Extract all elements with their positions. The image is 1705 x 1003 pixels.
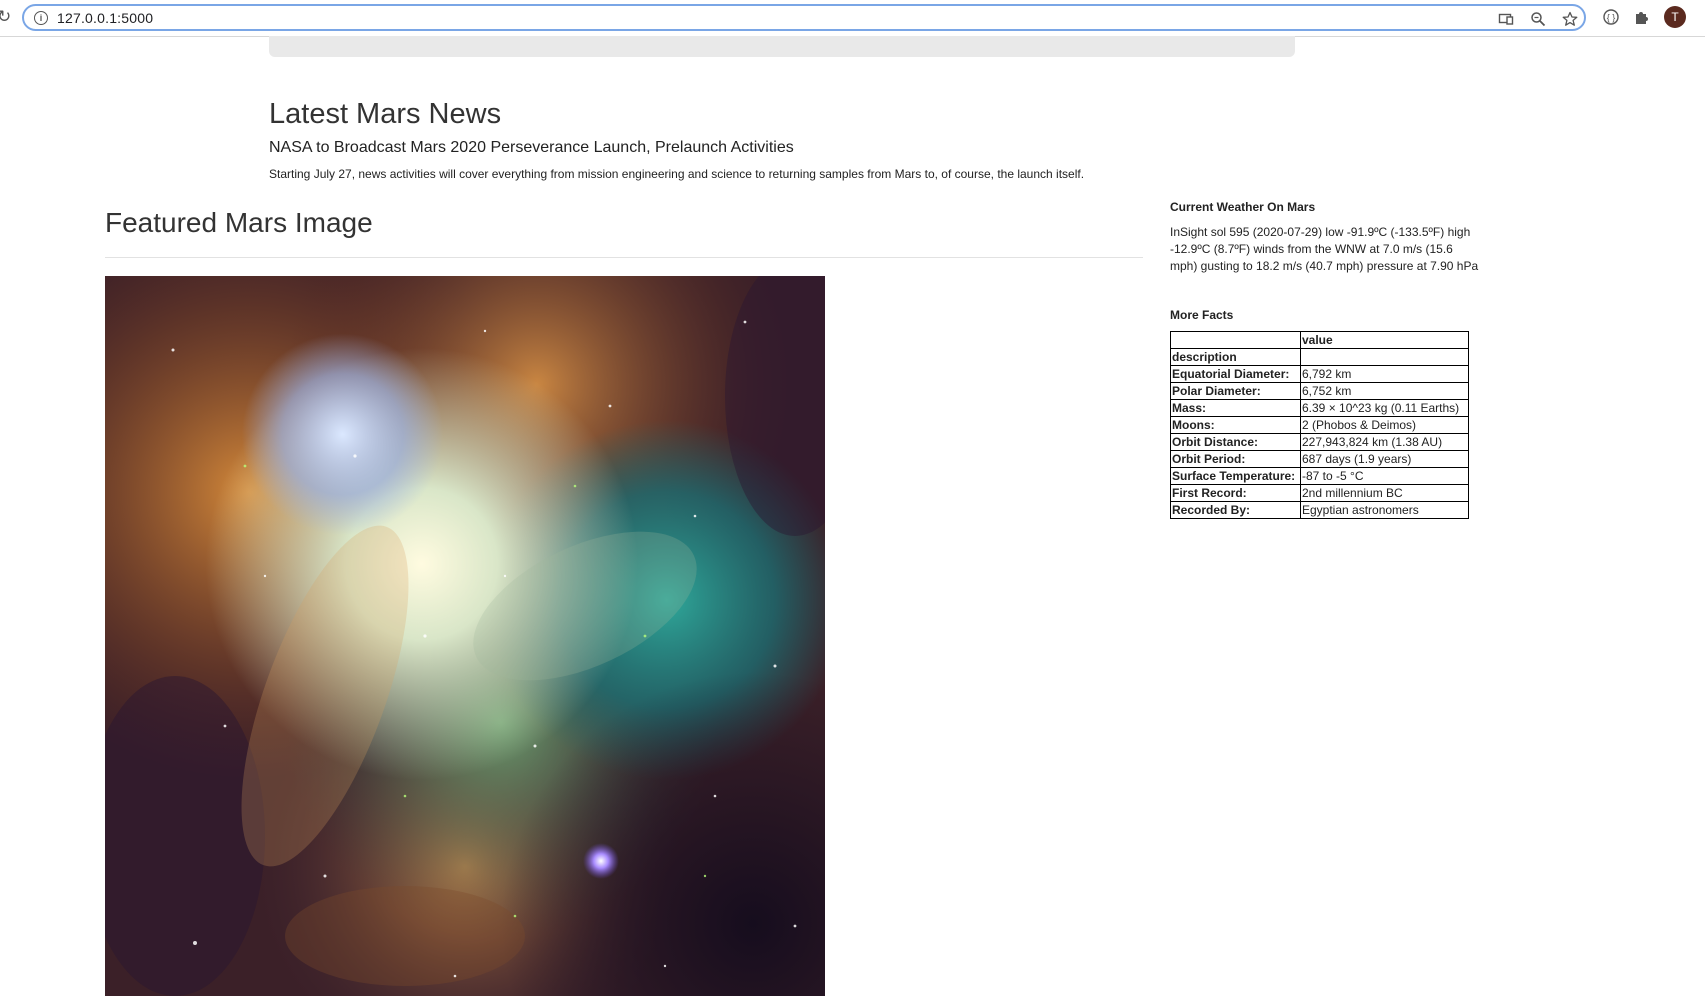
- table-row: Mass: 6.39 × 10^23 kg (0.11 Earths): [1170, 399, 1469, 417]
- url-text[interactable]: 127.0.0.1:5000: [57, 10, 153, 26]
- weather-report: InSight sol 595 (2020-07-29) low -91.9ºC…: [1170, 225, 1479, 273]
- fact-label: Equatorial Diameter:: [1170, 365, 1301, 383]
- fact-value: 2nd millennium BC: [1300, 484, 1469, 502]
- jumbotron-bottom: [269, 36, 1295, 57]
- table-row: First Record: 2nd millennium BC: [1170, 484, 1469, 502]
- zoom-icon[interactable]: [1530, 11, 1546, 27]
- facts-title: More Facts: [1170, 308, 1234, 322]
- reload-icon[interactable]: ↻: [0, 6, 11, 28]
- table-row: Orbit Distance: 227,943,824 km (1.38 AU): [1170, 433, 1469, 451]
- facts-table-body: Equatorial Diameter: 6,792 km Polar Diamet…: [1170, 365, 1469, 519]
- featured-mars-image: [105, 276, 825, 996]
- fact-label: Polar Diameter:: [1170, 382, 1301, 400]
- fact-value: 6,752 km: [1300, 382, 1469, 400]
- table-header-value: value: [1300, 331, 1469, 349]
- fact-value: 687 days (1.9 years): [1300, 450, 1469, 468]
- table-row: Equatorial Diameter: 6,792 km: [1170, 365, 1469, 383]
- fact-label: Orbit Period:: [1170, 450, 1301, 468]
- table-row: Orbit Period: 687 days (1.9 years): [1170, 450, 1469, 468]
- bookmark-star-icon[interactable]: [1562, 11, 1578, 27]
- fact-label: Mass:: [1170, 399, 1301, 417]
- table-header-blank: [1170, 331, 1301, 349]
- table-header-row: value: [1170, 331, 1469, 349]
- address-bar[interactable]: i 127.0.0.1:5000: [22, 4, 1586, 31]
- table-row: Moons: 2 (Phobos & Deimos): [1170, 416, 1469, 434]
- table-index-blank: [1300, 348, 1469, 366]
- fact-value: 227,943,824 km (1.38 AU): [1300, 433, 1469, 451]
- fact-label: Orbit Distance:: [1170, 433, 1301, 451]
- mars-facts-table: value description Equatorial Diameter: 6,…: [1170, 331, 1469, 519]
- fact-label: Surface Temperature:: [1170, 467, 1301, 485]
- fact-value: -87 to -5 °C: [1300, 467, 1469, 485]
- fact-label: Recorded By:: [1170, 501, 1301, 519]
- divider: [105, 257, 1143, 258]
- news-teaser: Starting July 27, news activities will c…: [269, 167, 1085, 181]
- news-section-title: Latest Mars News: [269, 98, 502, 130]
- table-index-row: description: [1170, 348, 1469, 366]
- fact-value: 6.39 × 10^23 kg (0.11 Earths): [1300, 399, 1469, 417]
- fact-value: 6,792 km: [1300, 365, 1469, 383]
- svg-text:{ }: { }: [1607, 13, 1616, 23]
- browser-toolbar: ↻ i 127.0.0.1:5000 { } T: [0, 0, 1705, 37]
- profile-avatar[interactable]: T: [1664, 6, 1686, 28]
- weather-title: Current Weather On Mars: [1170, 200, 1316, 214]
- news-headline: NASA to Broadcast Mars 2020 Perseverance…: [269, 139, 794, 156]
- fact-label: First Record:: [1170, 484, 1301, 502]
- fact-value: 2 (Phobos & Deimos): [1300, 416, 1469, 434]
- table-index-header: description: [1170, 348, 1301, 366]
- puzzle-extension-icon[interactable]: [1633, 8, 1651, 26]
- info-icon[interactable]: i: [34, 11, 48, 25]
- fact-value: Egyptian astronomers: [1300, 501, 1469, 519]
- table-row: Recorded By: Egyptian astronomers: [1170, 501, 1469, 519]
- table-row: Polar Diameter: 6,752 km: [1170, 382, 1469, 400]
- featured-image-title: Featured Mars Image: [105, 207, 373, 238]
- fact-label: Moons:: [1170, 416, 1301, 434]
- table-row: Surface Temperature: -87 to -5 °C: [1170, 467, 1469, 485]
- cast-icon[interactable]: [1498, 11, 1514, 27]
- extension-icon[interactable]: { }: [1602, 8, 1620, 26]
